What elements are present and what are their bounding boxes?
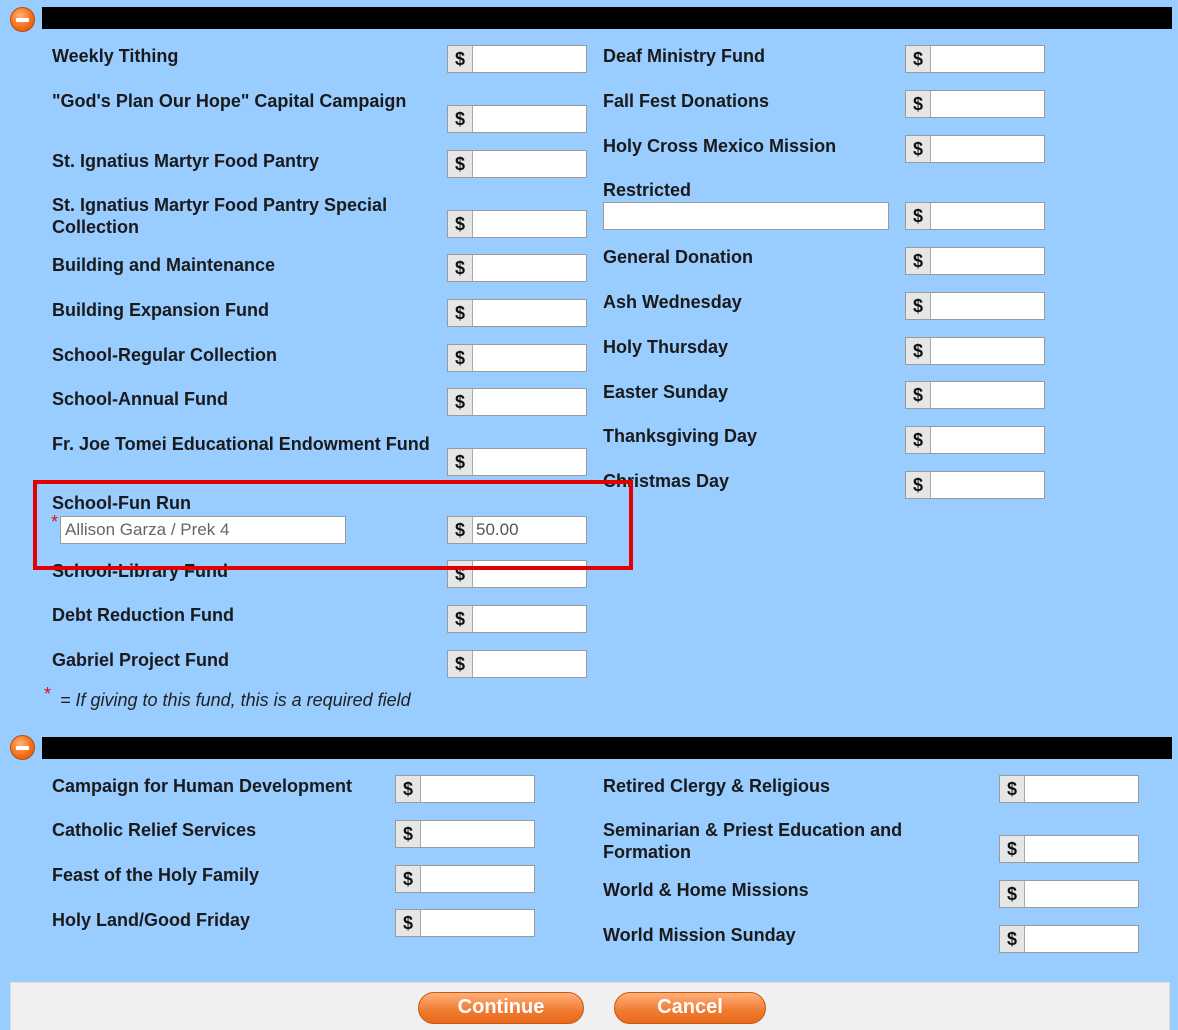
dollar-sign: $ <box>906 472 931 498</box>
amount-input-fall-fest[interactable]: $ <box>905 90 1045 118</box>
section-header-bar <box>42 737 1172 759</box>
fund-label-food-pantry-special: St. Ignatius Martyr Food Pantry Special … <box>52 195 388 237</box>
fund-label-deaf-ministry: Deaf Ministry Fund <box>603 46 766 66</box>
fund-label-holy-family: Feast of the Holy Family <box>52 865 260 885</box>
fund-label-building-expansion: Building Expansion Fund <box>52 300 269 320</box>
dollar-sign: $ <box>906 382 931 408</box>
fund-label-fall-fest: Fall Fest Donations <box>603 91 770 111</box>
dollar-sign: $ <box>1000 881 1025 907</box>
fund-label-school-regular: School-Regular Collection <box>52 345 278 365</box>
fund-label-catholic-relief: Catholic Relief Services <box>52 820 257 840</box>
fund-label-ash-wednesday: Ash Wednesday <box>603 292 742 312</box>
amount-input-world-home-missions[interactable]: $ <box>999 880 1139 908</box>
amount-input-school-annual[interactable]: $ <box>447 388 587 416</box>
fund-label-holy-thursday: Holy Thursday <box>603 337 729 357</box>
dollar-sign: $ <box>448 345 473 371</box>
fund-label-weekly-tithing: Weekly Tithing <box>52 46 179 66</box>
amount-input-easter-sunday[interactable]: $ <box>905 381 1045 409</box>
amount-input-holy-thursday[interactable]: $ <box>905 337 1045 365</box>
amount-input-world-mission-sunday[interactable]: $ <box>999 925 1139 953</box>
required-asterisk: * <box>44 684 52 704</box>
highlight-box <box>33 480 633 570</box>
amount-input-general-donation[interactable]: $ <box>905 247 1045 275</box>
amount-input-gabriel-project[interactable]: $ <box>447 650 587 678</box>
fund-label-seminarian-education: Seminarian & Priest Education and Format… <box>603 820 903 862</box>
dollar-sign: $ <box>1000 926 1025 952</box>
amount-input-weekly-tithing[interactable]: $ <box>447 45 587 73</box>
collapse-section-icon[interactable] <box>10 7 35 32</box>
fund-label-holy-cross-mexico: Holy Cross Mexico Mission <box>603 136 837 156</box>
section-header-bar <box>42 7 1172 29</box>
fund-label-holy-land: Holy Land/Good Friday <box>52 910 251 930</box>
dollar-sign: $ <box>396 821 421 847</box>
amount-input-catholic-relief[interactable]: $ <box>395 820 535 848</box>
dollar-sign: $ <box>448 389 473 415</box>
dollar-sign: $ <box>448 255 473 281</box>
dollar-sign: $ <box>906 46 931 72</box>
dollar-sign: $ <box>396 776 421 802</box>
dollar-sign: $ <box>906 427 931 453</box>
required-field-note: = If giving to this fund, this is a requ… <box>60 690 411 710</box>
fund-label-thanksgiving-day: Thanksgiving Day <box>603 426 758 446</box>
fund-label-capital-campaign: "God's Plan Our Hope" Capital Campaign <box>52 91 407 111</box>
dollar-sign: $ <box>906 136 931 162</box>
amount-input-building-expansion[interactable]: $ <box>447 299 587 327</box>
amount-input-ash-wednesday[interactable]: $ <box>905 292 1045 320</box>
dollar-sign: $ <box>448 106 473 132</box>
continue-button[interactable]: Continue <box>418 992 584 1024</box>
fund-label-general-donation: General Donation <box>603 247 754 267</box>
dollar-sign: $ <box>448 449 473 475</box>
amount-input-deaf-ministry[interactable]: $ <box>905 45 1045 73</box>
amount-input-human-development[interactable]: $ <box>395 775 535 803</box>
dollar-sign: $ <box>448 211 473 237</box>
fund-label-restricted: Restricted <box>603 180 692 200</box>
dollar-sign: $ <box>906 293 931 319</box>
amount-input-food-pantry-special[interactable]: $ <box>447 210 587 238</box>
amount-input-food-pantry[interactable]: $ <box>447 150 587 178</box>
fund-label-gabriel-project: Gabriel Project Fund <box>52 650 230 670</box>
dollar-sign: $ <box>448 46 473 72</box>
fund-label-school-annual: School-Annual Fund <box>52 389 228 409</box>
restricted-description-input[interactable] <box>603 202 889 230</box>
dollar-sign: $ <box>906 248 931 274</box>
fund-label-world-mission-sunday: World Mission Sunday <box>603 925 796 945</box>
amount-input-seminarian-education[interactable]: $ <box>999 835 1139 863</box>
amount-input-building-maintenance[interactable]: $ <box>447 254 587 282</box>
amount-input-retired-clergy[interactable]: $ <box>999 775 1139 803</box>
collapse-section-icon[interactable] <box>10 735 35 760</box>
amount-input-holy-cross-mexico[interactable]: $ <box>905 135 1045 163</box>
amount-input-thanksgiving-day[interactable]: $ <box>905 426 1045 454</box>
dollar-sign: $ <box>1000 836 1025 862</box>
dollar-sign: $ <box>448 300 473 326</box>
dollar-sign: $ <box>396 910 421 936</box>
fund-label-retired-clergy: Retired Clergy & Religious <box>603 776 831 796</box>
dollar-sign: $ <box>906 203 931 229</box>
amount-input-educational-endowment[interactable]: $ <box>447 448 587 476</box>
fund-label-human-development: Campaign for Human Development <box>52 776 353 796</box>
fund-label-world-home-missions: World & Home Missions <box>603 880 809 900</box>
dollar-sign: $ <box>1000 776 1025 802</box>
fund-label-food-pantry: St. Ignatius Martyr Food Pantry <box>52 151 320 171</box>
amount-input-christmas-day[interactable]: $ <box>905 471 1045 499</box>
fund-label-building-maintenance: Building and Maintenance <box>52 255 276 275</box>
amount-input-debt-reduction[interactable]: $ <box>447 605 587 633</box>
amount-input-capital-campaign[interactable]: $ <box>447 105 587 133</box>
fund-label-easter-sunday: Easter Sunday <box>603 382 729 402</box>
button-bar <box>10 982 1170 1030</box>
dollar-sign: $ <box>906 91 931 117</box>
dollar-sign: $ <box>396 866 421 892</box>
amount-input-school-regular[interactable]: $ <box>447 344 587 372</box>
amount-input-holy-family[interactable]: $ <box>395 865 535 893</box>
dollar-sign: $ <box>448 606 473 632</box>
fund-label-debt-reduction: Debt Reduction Fund <box>52 605 234 625</box>
dollar-sign: $ <box>906 338 931 364</box>
fund-label-educational-endowment: Fr. Joe Tomei Educational Endowment Fund <box>52 434 430 454</box>
dollar-sign: $ <box>448 151 473 177</box>
dollar-sign: $ <box>448 651 473 677</box>
amount-input-holy-land[interactable]: $ <box>395 909 535 937</box>
amount-input-restricted[interactable]: $ <box>905 202 1045 230</box>
cancel-button[interactable]: Cancel <box>614 992 766 1024</box>
